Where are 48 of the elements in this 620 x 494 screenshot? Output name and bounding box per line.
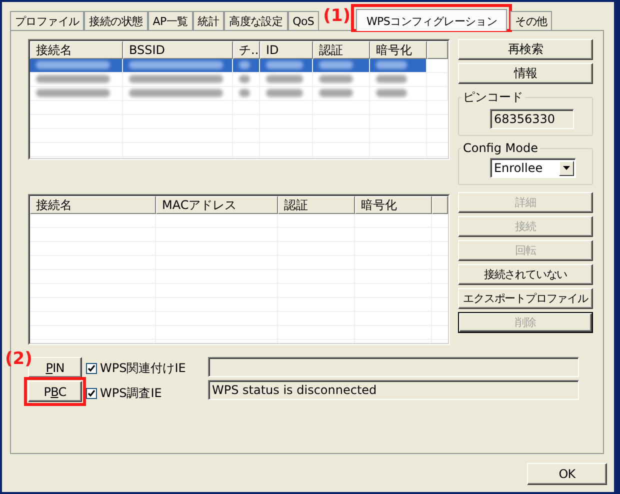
pin-code-field[interactable]: 68356330 xyxy=(490,109,574,129)
blurred-text xyxy=(376,61,407,69)
blurred-text xyxy=(239,61,250,69)
status-field: WPS status is disconnected xyxy=(208,380,579,400)
tab[interactable]: 接続の状態 xyxy=(84,11,148,30)
dropdown-arrow-icon xyxy=(562,166,570,170)
tab[interactable]: QoS xyxy=(288,11,320,30)
column-header[interactable]: ID xyxy=(260,41,313,59)
annotation-label: (1) xyxy=(323,8,350,25)
blurred-text xyxy=(376,75,407,83)
tab[interactable]: WPSコンフィグレーション xyxy=(356,9,508,31)
checkbox[interactable] xyxy=(86,363,97,374)
tab[interactable]: AP一覧 xyxy=(148,11,193,30)
column-header[interactable]: MACアドレス xyxy=(156,196,278,214)
group-label: Config Mode xyxy=(462,141,539,155)
list-view[interactable]: 接続名 BSSID チ... ID 認証 暗号化 xyxy=(29,40,449,159)
blurred-text xyxy=(266,61,303,69)
blurred-text xyxy=(319,89,353,97)
tab[interactable]: その他 xyxy=(510,11,552,30)
blurred-text xyxy=(376,89,407,97)
action-button[interactable]: エクスポートプロファイル xyxy=(458,288,593,309)
blurred-text xyxy=(239,75,250,83)
column-header[interactable]: 認証 xyxy=(313,41,370,59)
blurred-text xyxy=(319,75,353,83)
column-header[interactable]: 接続名 xyxy=(30,196,156,214)
group-label: ピンコード xyxy=(462,89,524,106)
column-header[interactable]: 暗号化 xyxy=(370,41,427,59)
list-view[interactable]: 接続名 MACアドレス 認証 暗号化 xyxy=(29,195,449,344)
toolbar-button[interactable]: 情報 xyxy=(458,63,593,84)
checkbox-label: WPS関連付けIE xyxy=(100,360,186,377)
column-header[interactable]: 暗号化 xyxy=(355,196,432,214)
tab[interactable]: 統計 xyxy=(192,11,224,30)
ok-button[interactable]: OK xyxy=(527,463,607,485)
tab[interactable]: 高度な設定 xyxy=(224,11,288,30)
mode-dropdown[interactable]: Enrollee xyxy=(490,158,576,178)
tab[interactable]: プロファイル xyxy=(10,11,84,30)
action-button[interactable]: 接続されていない xyxy=(458,264,593,285)
column-header[interactable]: 接続名 xyxy=(30,41,123,59)
blurred-text xyxy=(319,61,353,69)
column-header[interactable]: BSSID xyxy=(123,41,233,59)
column-header[interactable]: 認証 xyxy=(278,196,355,214)
column-header[interactable]: チ... xyxy=(233,41,260,59)
toolbar-button[interactable]: 再検索 xyxy=(458,39,593,60)
blurred-text xyxy=(266,75,303,83)
checkbox-label: WPS調査IE xyxy=(100,385,162,402)
checkbox[interactable] xyxy=(86,388,97,399)
blurred-text xyxy=(266,89,303,97)
blurred-text xyxy=(239,89,250,97)
